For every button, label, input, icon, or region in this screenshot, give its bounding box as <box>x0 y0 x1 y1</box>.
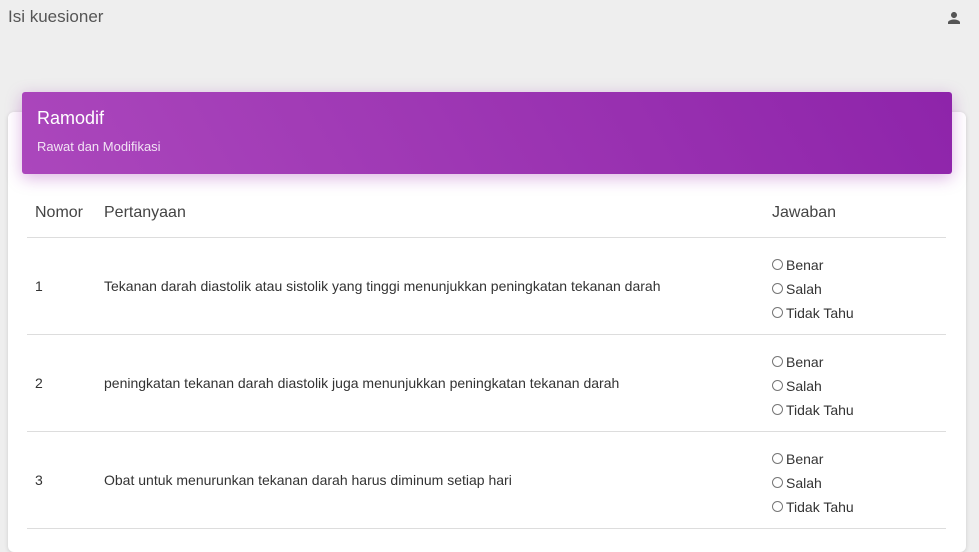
option-label: Salah <box>786 378 822 394</box>
radio-button[interactable] <box>772 501 783 512</box>
question-text: peningkatan tekanan darah diastolik juga… <box>104 375 620 391</box>
question-number: 3 <box>35 472 43 488</box>
question-text: Obat untuk menurunkan tekanan darah haru… <box>104 472 512 488</box>
table-row: 2 peningkatan tekanan darah diastolik ju… <box>27 335 946 432</box>
question-text: Tekanan darah diastolik atau sistolik ya… <box>104 278 661 294</box>
option-label: Tidak Tahu <box>786 499 854 515</box>
option-label: Benar <box>786 451 824 467</box>
option-benar[interactable]: Benar <box>772 350 854 374</box>
radio-button[interactable] <box>772 259 783 270</box>
option-salah[interactable]: Salah <box>772 471 854 495</box>
radio-button[interactable] <box>772 283 783 294</box>
option-tidak-tahu[interactable]: Tidak Tahu <box>772 301 854 325</box>
table-row: 3 Obat untuk menurunkan tekanan darah ha… <box>27 432 946 529</box>
column-header-number: Nomor <box>35 204 84 221</box>
option-label: Salah <box>786 475 822 491</box>
table-header: Nomor Pertanyaan Jawaban <box>27 190 946 238</box>
radio-button[interactable] <box>772 477 783 488</box>
answer-options: Benar Salah Tidak Tahu <box>772 253 854 325</box>
option-label: Tidak Tahu <box>786 402 854 418</box>
answer-options: Benar Salah Tidak Tahu <box>772 447 854 519</box>
card-subtitle: Rawat dan Modifikasi <box>37 139 161 154</box>
person-icon[interactable] <box>945 9 963 27</box>
questions-table: Nomor Pertanyaan Jawaban 1 Tekanan darah… <box>27 190 946 529</box>
radio-button[interactable] <box>772 404 783 415</box>
option-tidak-tahu[interactable]: Tidak Tahu <box>772 398 854 422</box>
page-title: Isi kuesioner <box>8 7 104 26</box>
radio-button[interactable] <box>772 453 783 464</box>
radio-button[interactable] <box>772 380 783 391</box>
card-title: Ramodif <box>37 108 105 128</box>
option-benar[interactable]: Benar <box>772 447 854 471</box>
radio-button[interactable] <box>772 307 783 318</box>
option-label: Salah <box>786 281 822 297</box>
question-number: 2 <box>35 375 43 391</box>
top-bar: Isi kuesioner <box>0 0 979 36</box>
option-salah[interactable]: Salah <box>772 374 854 398</box>
radio-button[interactable] <box>772 356 783 367</box>
option-benar[interactable]: Benar <box>772 253 854 277</box>
question-number: 1 <box>35 278 43 294</box>
option-label: Benar <box>786 354 824 370</box>
option-salah[interactable]: Salah <box>772 277 854 301</box>
card-header: Ramodif Rawat dan Modifikasi <box>22 92 952 174</box>
option-label: Benar <box>786 257 824 273</box>
option-tidak-tahu[interactable]: Tidak Tahu <box>772 495 854 519</box>
option-label: Tidak Tahu <box>786 305 854 321</box>
column-header-answer: Jawaban <box>772 204 837 221</box>
table-row: 1 Tekanan darah diastolik atau sistolik … <box>27 238 946 335</box>
column-header-question: Pertanyaan <box>104 204 186 221</box>
answer-options: Benar Salah Tidak Tahu <box>772 350 854 422</box>
